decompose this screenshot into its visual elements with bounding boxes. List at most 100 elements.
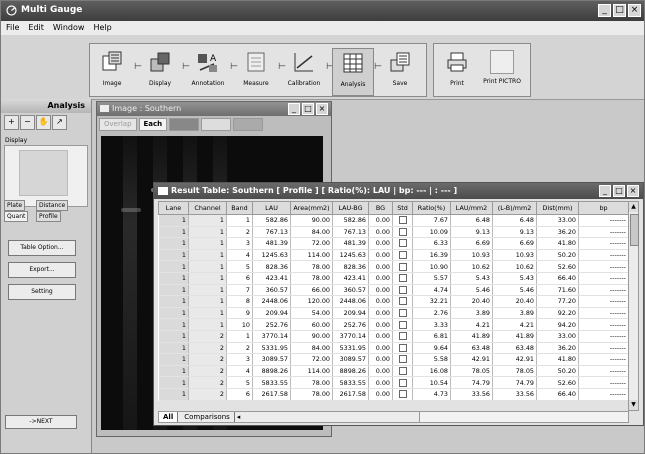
column-header[interactable]: Area(mm2) [290,201,333,215]
std-checkbox[interactable] [398,285,407,294]
next-button[interactable]: ->NEXT [5,415,77,429]
std-checkbox[interactable] [398,297,407,306]
result-maximize-button[interactable]: □ [613,185,625,197]
tab-each[interactable]: Each [138,118,168,131]
setting-button[interactable]: Setting [8,284,76,300]
std-checkbox[interactable] [398,332,407,341]
std-checkbox[interactable] [398,367,407,376]
table-cell: 6.69 [450,237,493,250]
table-row[interactable]: 1 1 1 582.86 90.00 582.86 0.00 7.67 6.48 6.48 33.0… [158,214,629,227]
horizontal-scrollbar[interactable] [419,411,629,423]
column-header[interactable]: LAU [252,201,291,215]
zoom-in-icon[interactable]: + [4,115,19,130]
column-header[interactable]: BG [368,201,393,215]
tab-all[interactable]: All [159,412,179,422]
std-checkbox[interactable] [398,309,407,318]
table-row[interactable]: 1 1 9 209.94 54.00 209.94 0.00 2.76 3.89 3.89 92.2… [158,307,629,320]
tab-overlap[interactable]: Overlap [99,118,137,131]
menu-window[interactable]: Window [53,21,85,35]
table-option-button[interactable]: Table Option... [8,240,76,256]
column-header[interactable]: LAU-BG [332,201,369,215]
table-row[interactable]: 1 2 4 8898.26 114.00 8898.26 0.00 16.08 78.05 78.… [158,365,629,378]
table-row[interactable]: 1 1 2 767.13 84.00 767.13 0.00 10.09 9.13 9.13 36.… [158,226,629,239]
zoom-out-icon[interactable]: − [20,115,35,130]
column-header[interactable]: (L-B)/mm2 [492,201,537,215]
table-row[interactable]: 1 2 2 5331.95 84.00 5331.95 0.00 9.64 63.48 63.48… [158,342,629,355]
step-calibration-button[interactable]: Calibration [284,48,324,94]
scroll-down-icon[interactable]: ▼ [629,400,638,410]
std-checkbox[interactable] [398,378,407,387]
table-row[interactable]: 1 1 3 481.39 72.00 481.39 0.00 6.33 6.69 6.69 41.8… [158,237,629,250]
close-button[interactable]: × [628,4,641,17]
channel-swatch[interactable] [169,118,200,131]
table-row[interactable]: 1 2 3 3089.57 72.00 3089.57 0.00 5.58 42.91 42.91… [158,353,629,366]
print-button[interactable]: Print [437,48,477,94]
minimize-button[interactable]: _ [598,4,611,17]
column-header[interactable]: LAU/mm2 [450,201,493,215]
menu-file[interactable]: File [6,21,19,35]
table-cell: 4.74 [412,284,451,297]
scroll-thumb[interactable] [630,214,639,246]
hand-icon[interactable]: ✋ [36,115,51,130]
table-cell: 16.39 [412,249,451,262]
std-checkbox[interactable] [398,390,407,399]
step-display-button[interactable]: Display [140,48,180,94]
vertical-scrollbar[interactable]: ▲ ▼ [628,201,639,411]
table-row[interactable]: 1 2 5 5833.55 78.00 5833.55 0.00 10.54 74.79 74.7… [158,376,629,389]
table-row[interactable]: 1 1 6 423.41 78.00 423.41 0.00 5.57 5.43 5.43 66.4… [158,272,629,285]
arrow-icon[interactable]: ↗ [52,115,67,130]
image-maximize-button[interactable]: □ [302,103,314,115]
channel-swatch[interactable] [233,118,264,131]
table-row[interactable]: 1 1 10 252.76 60.00 252.76 0.00 3.33 4.21 4.21 94.… [158,318,629,331]
tab-comparisons[interactable]: Comparisons [180,412,235,422]
tab-distance[interactable]: Distance [36,200,69,211]
table-row[interactable]: 1 2 1 3770.14 90.00 3770.14 0.00 6.81 41.89 41.89… [158,330,629,343]
image-close-button[interactable]: × [316,103,328,115]
table-row[interactable]: 1 1 8 2448.06 120.00 2448.06 0.00 32.21 20.40 20.… [158,295,629,308]
step-measure-button[interactable]: Measure [236,48,276,94]
std-checkbox[interactable] [398,251,407,260]
table-row[interactable]: 1 1 7 360.57 66.00 360.57 0.00 4.74 5.46 5.46 71.6… [158,284,629,297]
tab-profile[interactable]: Profile [36,211,61,222]
step-save-button[interactable]: Save [380,48,420,94]
scroll-up-icon[interactable]: ▲ [629,202,638,212]
table-cell: 209.94 [332,307,369,320]
step-annotation-button[interactable]: A Annotation [188,48,228,94]
std-checkbox[interactable] [398,262,407,271]
tab-quant[interactable]: Quant [4,211,29,222]
step-image-button[interactable]: Image [92,48,132,94]
menu-help[interactable]: Help [93,21,111,35]
column-header[interactable]: Lane [158,201,189,215]
column-header[interactable]: Dist(mm) [536,201,579,215]
column-header[interactable]: Ratio(%) [412,201,451,215]
result-minimize-button[interactable]: _ [599,185,611,197]
table-row[interactable]: 1 1 5 828.36 78.00 828.36 0.00 10.90 10.62 10.62 5… [158,260,629,273]
menu-edit[interactable]: Edit [28,21,44,35]
std-checkbox[interactable] [398,216,407,225]
image-minimize-button[interactable]: _ [288,103,300,115]
table-cell: 3 [226,353,253,366]
std-checkbox[interactable] [398,274,407,283]
export-button[interactable]: Export... [8,262,76,278]
column-header[interactable]: Std [392,201,413,215]
std-checkbox[interactable] [398,320,407,329]
std-checkbox[interactable] [398,355,407,364]
tab-plate[interactable]: Plate [4,200,26,211]
std-checkbox[interactable] [398,239,407,248]
tab-scroll-left-icon[interactable]: ◂ [237,413,241,421]
channel-swatch[interactable] [201,118,232,131]
std-checkbox[interactable] [398,227,407,236]
result-close-button[interactable]: × [627,185,639,197]
column-header[interactable]: Band [226,201,253,215]
maximize-button[interactable]: □ [613,4,626,17]
column-header[interactable]: bp [578,201,629,215]
table-cell: ------- [578,284,629,297]
table-row[interactable]: 1 2 6 2617.58 78.00 2617.58 0.00 4.73 33.56 33.56… [158,388,629,401]
step-analysis-button[interactable]: Analysis [332,48,374,96]
std-checkbox[interactable] [398,343,407,352]
table-row[interactable]: 1 1 4 1245.63 114.00 1245.63 0.00 16.39 10.93 10.… [158,249,629,262]
table-cell: 2 [226,226,253,239]
print-pictro-button[interactable]: Print PICTRO [482,48,522,94]
table-cell: 5.43 [450,272,493,285]
column-header[interactable]: Channel [188,201,227,215]
